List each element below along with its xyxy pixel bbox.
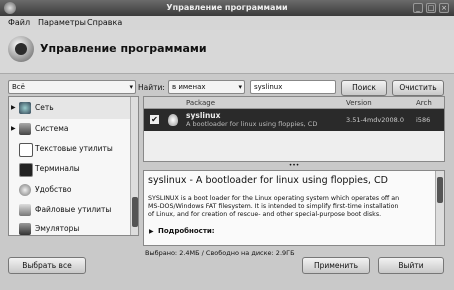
menu-file[interactable]: Файл	[8, 18, 30, 27]
details-panel: syslinux - A bootloader for linux using …	[143, 170, 445, 246]
menu-help[interactable]: Справка	[87, 18, 122, 27]
search-input-value: syslinux	[254, 83, 283, 91]
details-heading: syslinux - A bootloader for linux using …	[148, 175, 388, 186]
find-scope-select[interactable]: в именах ▾	[168, 80, 245, 94]
app-header: Управление программами	[0, 30, 454, 74]
file-manager-icon	[19, 204, 31, 216]
details-more-label[interactable]: Подробности:	[158, 227, 215, 235]
category-select-value: Всё	[12, 83, 25, 91]
table-header: Package Version Arch	[144, 97, 444, 109]
window-title: Управление программами	[166, 3, 288, 12]
apply-button[interactable]: Применить	[302, 257, 370, 274]
package-version: 3.51-4mdv2008.0	[346, 116, 405, 124]
chevron-down-icon: ▾	[238, 83, 242, 91]
close-icon[interactable]: ×	[439, 3, 449, 13]
package-icon	[168, 114, 178, 126]
system-icon	[19, 123, 31, 135]
terminal-icon	[19, 163, 33, 177]
details-scrollbar[interactable]	[435, 171, 444, 245]
software-manager-logo-icon	[8, 36, 34, 62]
column-package[interactable]: Package	[186, 99, 215, 107]
expander-icon[interactable]: ▶	[11, 104, 16, 111]
package-name: syslinux	[186, 111, 221, 120]
package-desc: A bootloader for linux using floppies, C…	[186, 120, 318, 128]
status-text: Выбрано: 2.4МБ / Свободно на диске: 2.9Г…	[145, 249, 295, 257]
category-item-network[interactable]: ▶ Сеть	[9, 97, 138, 119]
scroll-thumb[interactable]	[437, 177, 443, 203]
window-titlebar[interactable]: Управление программами	[0, 0, 454, 16]
quit-button[interactable]: Выйти	[378, 257, 444, 274]
column-arch[interactable]: Arch	[416, 99, 432, 107]
category-item-system[interactable]: ▶ Система	[9, 118, 138, 140]
find-scope-value: в именах	[172, 83, 206, 91]
menubar: Файл Параметры Справка	[0, 16, 454, 30]
details-expander-icon[interactable]: ▶	[149, 228, 154, 235]
category-item-emulators[interactable]: Эмуляторы	[9, 218, 138, 235]
menu-params[interactable]: Параметры	[38, 18, 86, 27]
category-item-text-utils[interactable]: Текстовые утилиты	[9, 138, 138, 160]
chevron-down-icon: ▾	[129, 83, 133, 91]
find-label: Найти:	[138, 83, 165, 92]
accessibility-icon	[19, 184, 31, 196]
page-title: Управление программами	[40, 42, 207, 55]
maximize-icon[interactable]: □	[426, 3, 436, 13]
search-button[interactable]: Поиск	[341, 80, 387, 96]
pane-splitter-handle[interactable]: •••	[288, 163, 300, 169]
row-checkbox[interactable]: ✔	[150, 115, 159, 124]
package-arch: i586	[416, 116, 431, 124]
text-editor-icon	[19, 143, 33, 157]
minimize-icon[interactable]: _	[413, 3, 423, 13]
category-item-terminals[interactable]: Терминалы	[9, 158, 138, 180]
expander-icon[interactable]: ▶	[11, 125, 16, 132]
package-table: Package Version Arch ✔ syslinux A bootlo…	[143, 96, 445, 162]
select-all-button[interactable]: Выбрать все	[8, 257, 86, 274]
category-list: ▶ Сеть ▶ Система Текстовые утилиты Терми…	[8, 96, 139, 236]
category-item-accessibility[interactable]: Удобство	[9, 179, 138, 201]
network-icon	[19, 102, 31, 114]
column-version[interactable]: Version	[346, 99, 372, 107]
search-input[interactable]: syslinux	[250, 80, 336, 94]
category-select[interactable]: Всё ▾	[8, 80, 136, 94]
emulator-icon	[19, 223, 31, 235]
window-menu-icon[interactable]	[4, 2, 16, 14]
details-line-2: MS-DOS/Windows FAT filesystem. It is int…	[148, 203, 399, 210]
clear-button[interactable]: Очистить	[392, 80, 444, 96]
table-row[interactable]: ✔ syslinux A bootloader for linux using …	[144, 109, 444, 131]
details-line-3: of Linux, and for creation of rescue- an…	[148, 211, 382, 218]
scroll-thumb[interactable]	[132, 197, 138, 227]
category-scrollbar[interactable]	[130, 97, 138, 235]
details-line-1: SYSLINUX is a boot loader for the Linux …	[148, 195, 400, 202]
